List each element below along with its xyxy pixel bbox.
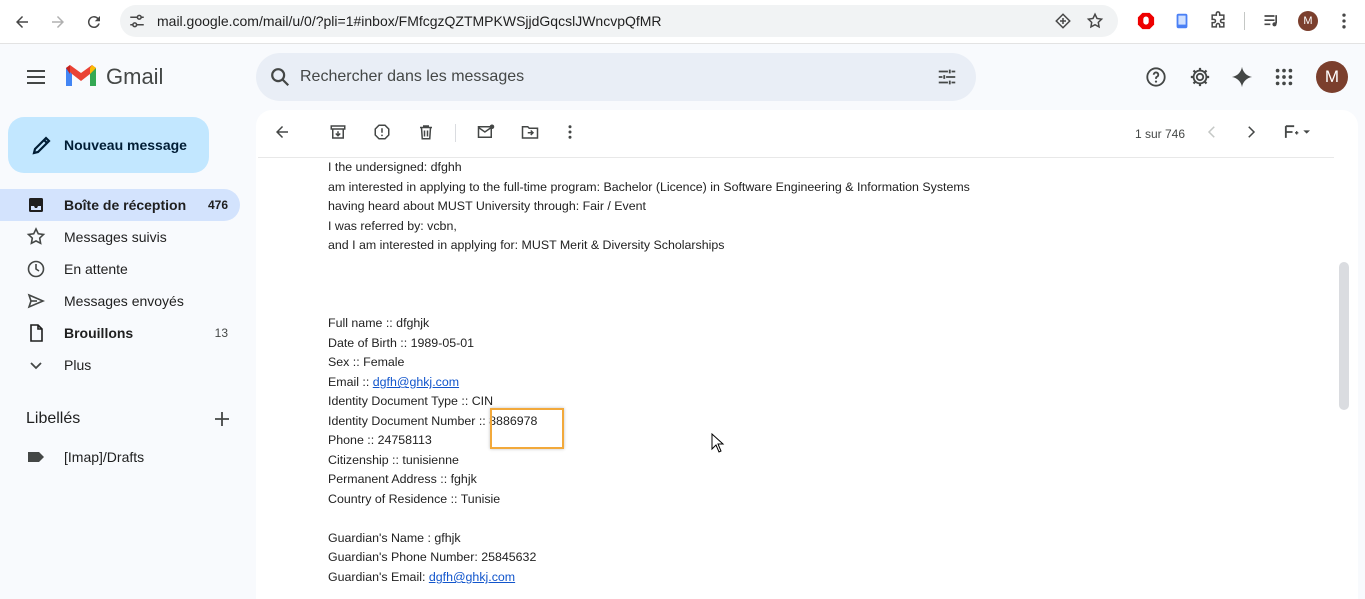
sidebar-item-label: [Imap]/Drafts [64,449,145,465]
url-text[interactable]: mail.google.com/mail/u/0/?pli=1#inbox/FM… [157,13,662,29]
guardian-email-link[interactable]: dgfh@ghkj.com [429,570,515,584]
clock-icon [27,260,45,278]
sidebar-item-starred[interactable]: Messages suivis [0,221,240,253]
back-icon[interactable] [10,10,34,34]
toolbar-separator [455,124,456,142]
settings-gear-icon[interactable] [1188,65,1212,89]
archive-icon[interactable] [328,122,348,142]
send-icon [27,293,46,309]
gemini-sparkle-icon[interactable] [1230,65,1254,89]
browser-menu-icon[interactable] [1334,11,1354,31]
browser-profile-avatar[interactable]: M [1298,11,1318,31]
sidebar-label-imap-drafts[interactable]: [Imap]/Drafts [0,441,240,473]
mouse-cursor-icon [711,433,725,453]
unread-count: 476 [207,198,228,212]
country-line: Country of Residence :: Tunisie [328,492,501,506]
email-field-line: Email :: dgfh@ghkj.com [328,375,459,389]
address-line: Permanent Address :: fghjk [328,472,477,486]
compose-button[interactable]: Nouveau message [8,117,209,173]
message-panel: 1 sur 746 I the undersigned: dfghh am in… [256,110,1358,599]
email-line: am interested in applying to the full-ti… [328,180,970,194]
email-label: Email :: [328,375,373,389]
label-tag-icon [28,452,44,462]
chevron-down-icon [30,362,42,370]
trash-icon[interactable] [416,122,436,142]
sidebar-item-label: Messages suivis [64,229,167,245]
guardian-email-label: Guardian's Email: [328,570,429,584]
sidebar-item-sent[interactable]: Messages envoyés [0,285,240,317]
citizenship-line: Citizenship :: tunisienne [328,453,459,467]
gmail-logo-icon[interactable] [64,62,98,90]
scrollbar-thumb[interactable] [1339,262,1349,410]
sidebar-item-inbox[interactable]: Boîte de réception 476 [0,189,240,221]
annotation-highlight-box [490,408,564,449]
media-controls-icon[interactable] [1262,11,1282,31]
older-chevron-right-icon[interactable] [1241,122,1261,142]
id-type-line: Identity Document Type :: CIN [328,394,494,408]
sex-line: Sex :: Female [328,355,405,369]
draft-count: 13 [214,326,228,340]
bookmark-star-icon[interactable] [1086,12,1104,30]
move-to-icon[interactable] [520,122,540,142]
email-line: having heard about MUST University throu… [328,199,646,213]
extensions-puzzle-icon[interactable] [1208,11,1228,31]
id-number-label: Identity Document Number :: [328,414,490,428]
dob-line: Date of Birth :: 1989-05-01 [328,336,475,350]
sidebar-item-more[interactable]: Plus [0,349,240,381]
sidebar-item-snoozed[interactable]: En attente [0,253,240,285]
help-icon[interactable] [1144,65,1168,89]
install-app-icon[interactable] [1054,12,1072,30]
main-menu-icon[interactable] [24,65,48,89]
sidebar-item-label: Plus [64,357,92,373]
guardian-phone-line: Guardian's Phone Number: 25845632 [328,550,537,564]
sidebar-item-label: En attente [64,261,128,277]
adblock-extension-icon[interactable] [1136,11,1156,31]
more-actions-icon[interactable] [560,122,580,142]
sidebar-item-label: Brouillons [64,325,134,341]
compose-label: Nouveau message [64,137,187,153]
email-line: I was referred by: vcbn, [328,219,457,233]
browser-toolbar: mail.google.com/mail/u/0/?pli=1#inbox/FM… [0,0,1365,44]
sidebar-item-drafts[interactable]: Brouillons 13 [0,317,240,349]
input-tools-icon[interactable] [1280,122,1320,142]
toolbar-divider [258,157,1334,158]
back-to-inbox-icon[interactable] [272,122,292,142]
inbox-icon [29,198,43,212]
sidebar-item-label: Boîte de réception [64,197,187,213]
email-link[interactable]: dgfh@ghkj.com [373,375,459,389]
phone-line: Phone :: 24758113 [328,433,432,447]
email-line: I the undersigned: dfghh [328,160,462,174]
pagination-text: 1 sur 746 [1135,127,1186,141]
phone-extension-icon[interactable] [1172,11,1192,31]
full-name-line: Full name :: dfghjk [328,316,430,330]
toolbar-separator [1244,12,1245,30]
search-options-icon[interactable] [936,66,958,88]
search-bar[interactable]: Rechercher dans les messages [256,53,976,101]
sidebar-item-label: Messages envoyés [64,293,184,309]
account-avatar[interactable]: M [1316,61,1348,93]
forward-icon[interactable] [46,10,70,34]
apps-grid-icon[interactable] [1272,65,1296,89]
search-icon[interactable] [269,66,291,88]
pencil-icon [32,136,51,155]
labels-heading: Libellés [26,410,81,427]
guardian-name-line: Guardian's Name : gfhjk [328,531,461,545]
reload-icon[interactable] [82,10,106,34]
app-name[interactable]: Gmail [106,64,163,90]
star-icon [26,227,46,245]
add-label-icon[interactable] [212,409,232,429]
report-spam-icon[interactable] [372,122,392,142]
site-settings-icon[interactable] [128,12,146,30]
draft-file-icon [30,324,43,342]
address-bar[interactable]: mail.google.com/mail/u/0/?pli=1#inbox/FM… [120,5,1118,37]
email-line: and I am interested in applying for: MUS… [328,238,725,252]
mark-unread-icon[interactable] [476,122,496,142]
newer-chevron-left-icon[interactable] [1202,122,1222,142]
guardian-email-line: Guardian's Email: dgfh@ghkj.com [328,570,515,584]
search-input[interactable]: Rechercher dans les messages [300,68,524,86]
